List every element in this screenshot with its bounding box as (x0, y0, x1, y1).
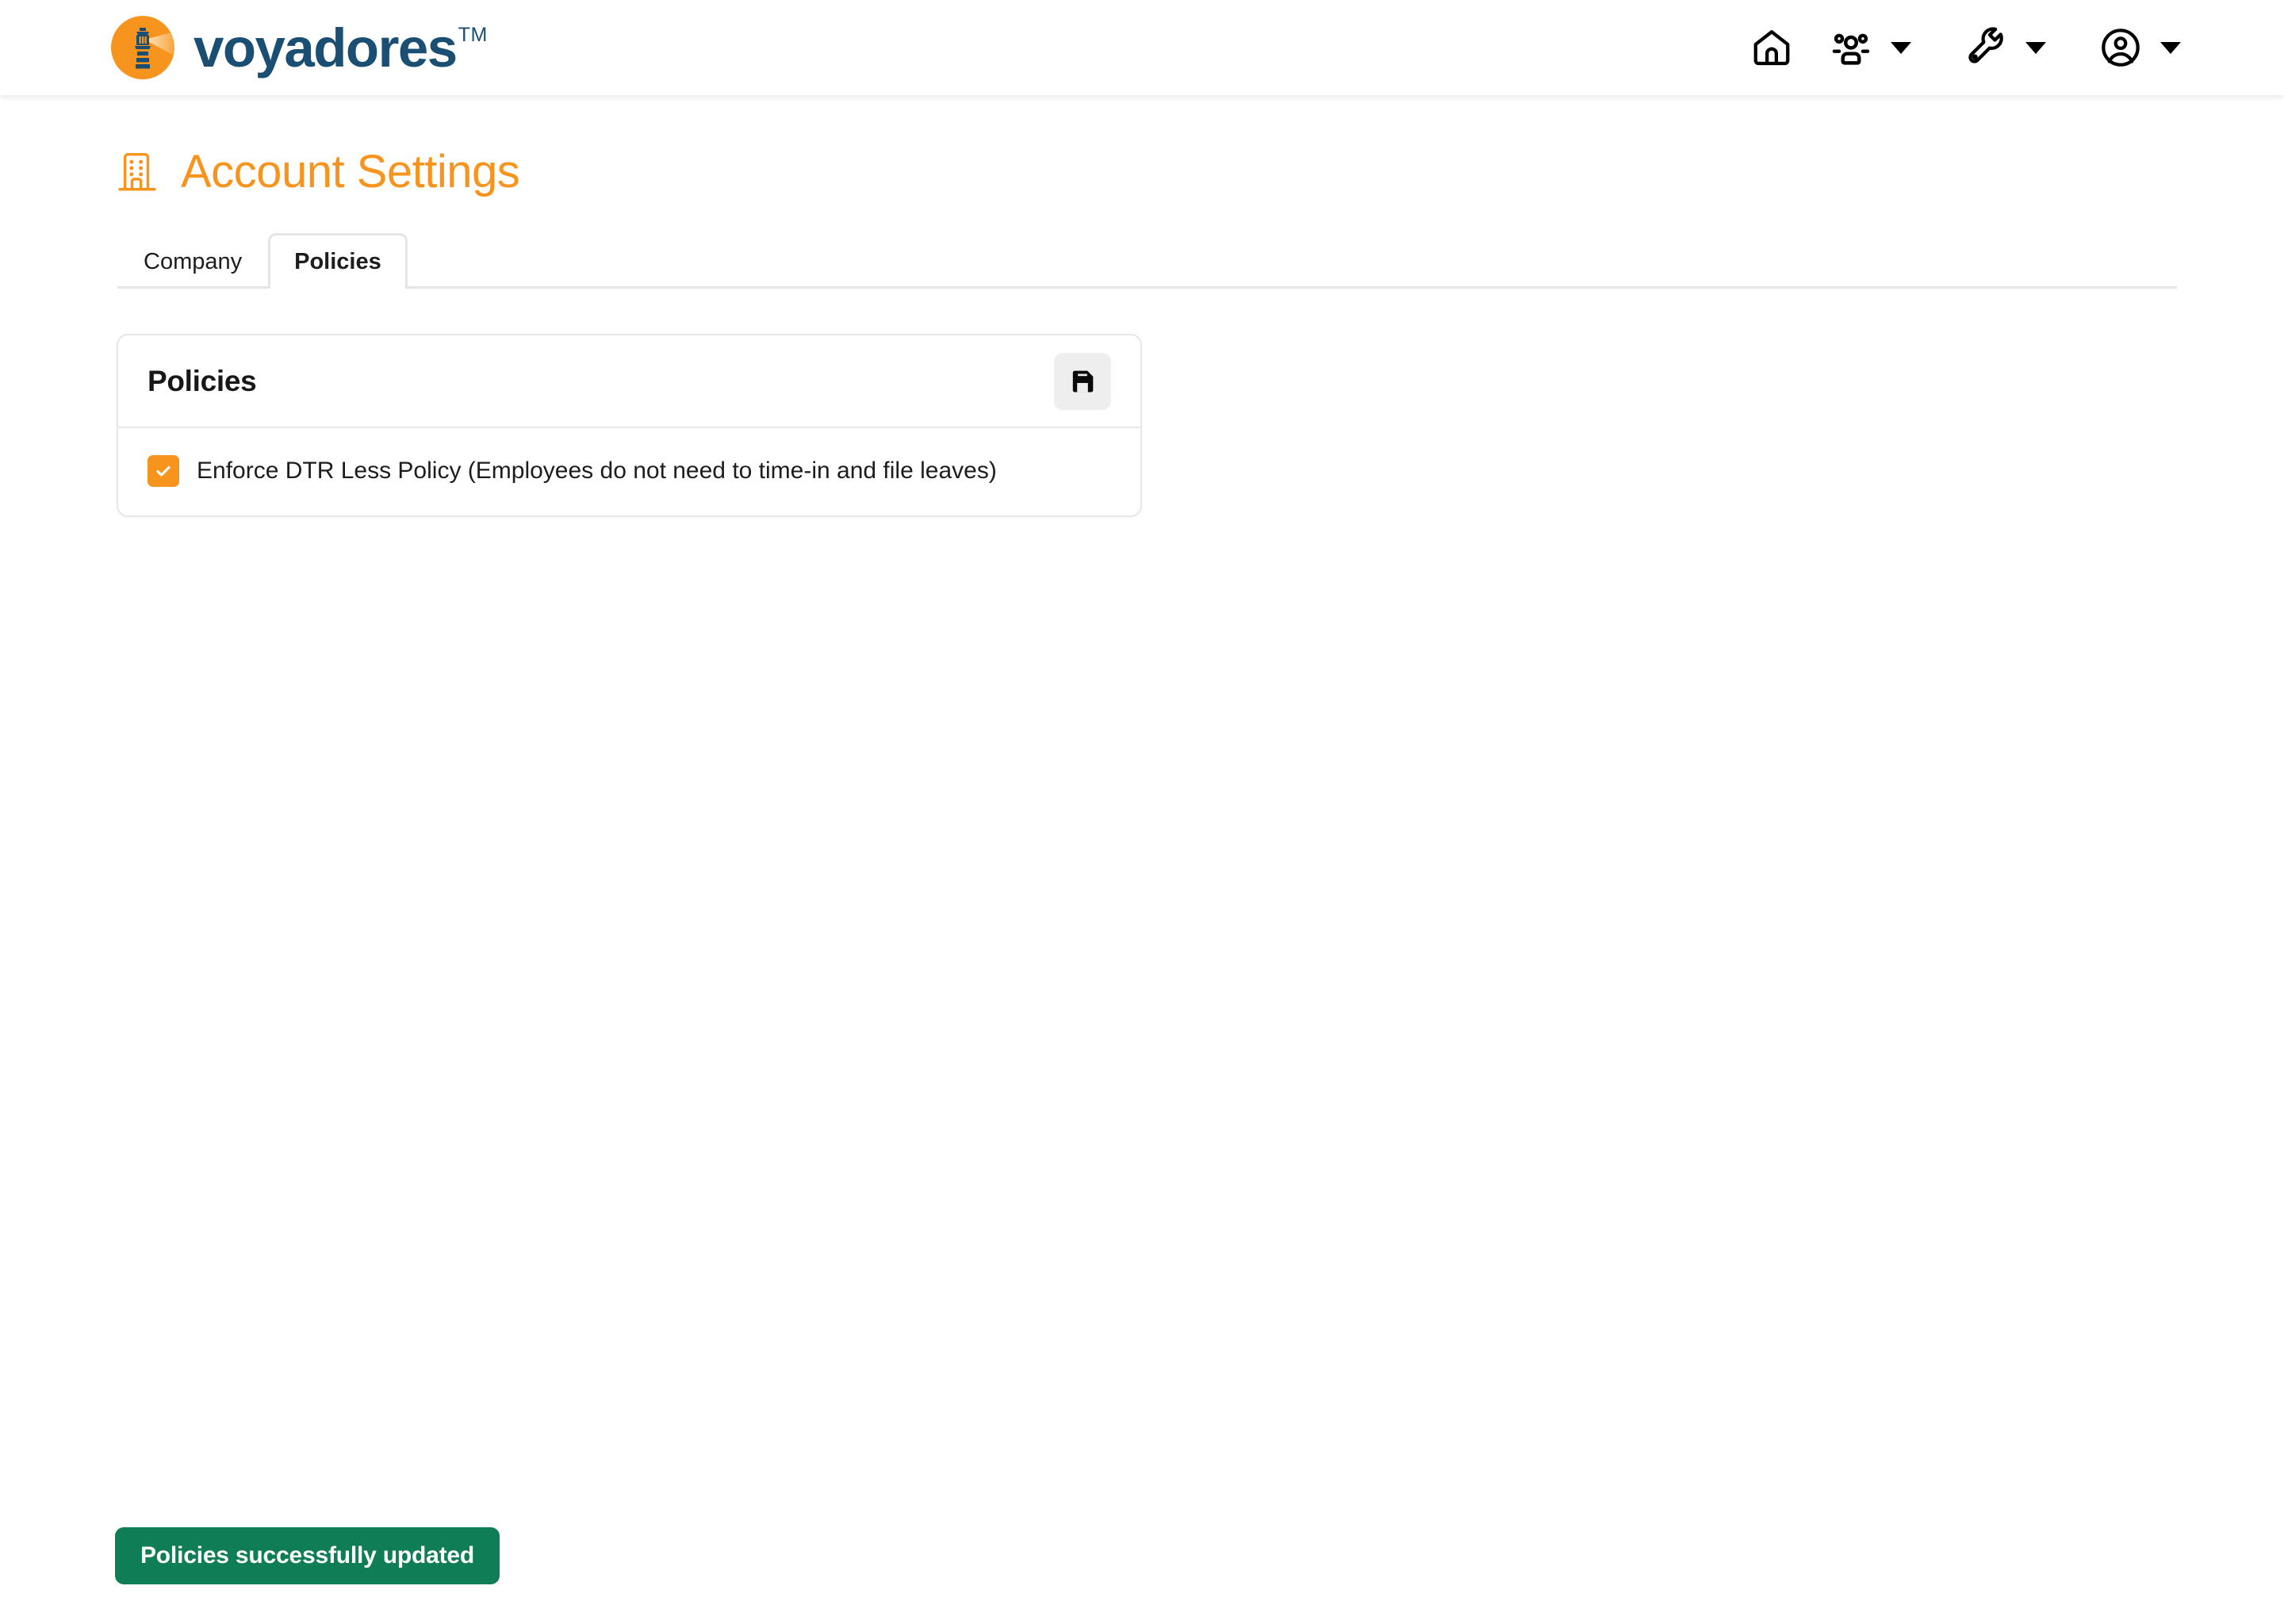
nav-tools-button[interactable] (1960, 22, 2011, 73)
top-navigation-bar: voyadores TM (0, 0, 2284, 95)
policies-card-body: Enforce DTR Less Policy (Employees do no… (118, 428, 1140, 515)
toast-message: Policies successfully updated (140, 1542, 475, 1568)
brand-trademark: TM (458, 23, 488, 46)
nav-home-button[interactable] (1746, 22, 1797, 73)
building-icon (118, 152, 156, 191)
tab-company[interactable]: Company (117, 233, 268, 289)
policies-card: Policies Enforce DTR Less Policy (Employ… (117, 334, 1142, 517)
save-floppy-icon (1072, 370, 1094, 392)
wrench-icon (1960, 22, 2011, 73)
nav-account-caret-icon[interactable] (2160, 41, 2181, 54)
policy-option-row[interactable]: Enforce DTR Less Policy (Employees do no… (148, 455, 997, 487)
nav-account-button[interactable] (2095, 22, 2146, 73)
tab-bar: Company Policies (117, 233, 2177, 289)
home-icon (1746, 22, 1797, 73)
nav-people-caret-icon[interactable] (1891, 41, 1911, 54)
save-button[interactable] (1054, 352, 1111, 410)
nav-tools-caret-icon[interactable] (2025, 41, 2046, 54)
policies-card-title: Policies (148, 364, 257, 397)
toast-notification: Policies successfully updated (115, 1527, 500, 1584)
lighthouse-icon (111, 16, 174, 79)
user-circle-icon (2095, 22, 2146, 73)
nav-people-button[interactable] (1826, 22, 1876, 73)
enforce-dtr-less-policy-label: Enforce DTR Less Policy (Employees do no… (197, 458, 997, 484)
users-group-icon (1826, 22, 1876, 73)
brand-name: voyadores (194, 17, 458, 79)
check-icon (156, 465, 171, 477)
page-title: Account Settings (0, 95, 2284, 195)
policies-card-header: Policies (118, 335, 1140, 428)
page-content: Account Settings Company Policies Polici… (0, 95, 2284, 1624)
tab-policies[interactable]: Policies (268, 233, 408, 289)
brand-logo[interactable]: voyadores TM (109, 0, 488, 95)
nav-icon-group (1746, 0, 2181, 95)
enforce-dtr-less-policy-checkbox[interactable] (148, 455, 179, 487)
page-title-text: Account Settings (181, 146, 520, 197)
